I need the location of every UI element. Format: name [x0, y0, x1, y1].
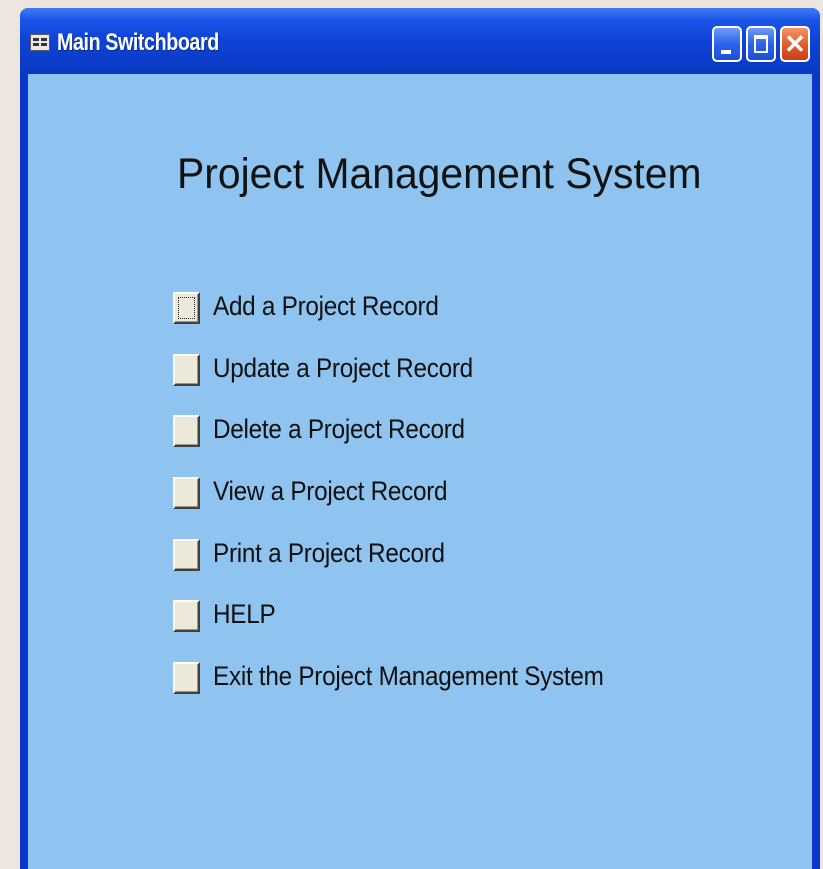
main-switchboard-window: Main Switchboard ✕ Project Management Sy…: [20, 8, 820, 869]
form-heading: Project Management System: [177, 150, 702, 198]
update-project-record-button[interactable]: [173, 354, 200, 386]
menu-item-exit-system[interactable]: Exit the Project Management System: [173, 658, 693, 698]
help-button[interactable]: [173, 600, 200, 632]
exit-system-label[interactable]: Exit the Project Management System: [213, 661, 604, 692]
delete-project-record-label[interactable]: Delete a Project Record: [213, 414, 465, 445]
add-project-record-label[interactable]: Add a Project Record: [213, 291, 439, 322]
print-project-record-label[interactable]: Print a Project Record: [213, 538, 445, 569]
view-project-record-button[interactable]: [173, 477, 200, 509]
title-bar[interactable]: Main Switchboard ✕: [20, 8, 820, 74]
menu-item-print-project-record[interactable]: Print a Project Record: [173, 535, 693, 575]
delete-project-record-button[interactable]: [173, 415, 200, 447]
menu-item-delete-project-record[interactable]: Delete a Project Record: [173, 411, 693, 451]
minimize-icon: [721, 50, 731, 54]
print-project-record-button[interactable]: [173, 539, 200, 571]
menu-item-add-project-record[interactable]: Add a Project Record: [173, 288, 693, 328]
menu-item-help[interactable]: HELP: [173, 596, 693, 636]
close-icon: ✕: [784, 29, 806, 59]
switchboard-form-icon[interactable]: [30, 34, 50, 51]
update-project-record-label[interactable]: Update a Project Record: [213, 353, 473, 384]
window-title: Main Switchboard: [57, 29, 219, 56]
exit-system-button[interactable]: [173, 662, 200, 694]
switchboard-form-body: Project Management System Add a Project …: [28, 74, 812, 869]
maximize-button[interactable]: [746, 26, 776, 62]
menu-item-view-project-record[interactable]: View a Project Record: [173, 473, 693, 513]
close-button[interactable]: ✕: [780, 26, 810, 62]
add-project-record-button[interactable]: [173, 292, 200, 324]
minimize-button[interactable]: [712, 26, 742, 62]
maximize-icon: [754, 35, 768, 53]
help-label[interactable]: HELP: [213, 599, 276, 630]
menu-item-update-project-record[interactable]: Update a Project Record: [173, 350, 693, 390]
view-project-record-label[interactable]: View a Project Record: [213, 476, 448, 507]
